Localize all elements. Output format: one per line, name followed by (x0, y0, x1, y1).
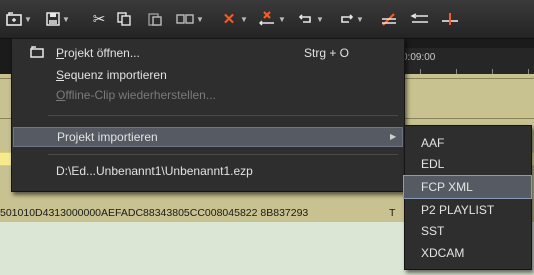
copy-button[interactable] (117, 9, 131, 29)
undo-icon (298, 14, 311, 23)
submenu-item-p2-playlist[interactable]: P2 PLAYLIST (405, 199, 531, 221)
menu-item-restore-offline-clip: Offline-Clip wiederherstellen... (12, 85, 404, 105)
copy-icon (117, 12, 131, 26)
chevron-down-icon[interactable]: ▼ (278, 15, 286, 24)
menu-item-import-project[interactable]: Projekt importieren ▶ (13, 127, 403, 147)
cut-button[interactable]: ✂ (90, 9, 108, 29)
save-icon (46, 12, 60, 26)
clip-name-suffix: T (389, 207, 396, 219)
menu-item-label: Projekt öffnen... (56, 46, 140, 60)
menu-item-shortcut: Strg + O (304, 46, 350, 60)
delete-icon: ✕ (222, 11, 236, 28)
marker-icon (382, 13, 396, 26)
open-project-button[interactable]: ▼ (6, 9, 32, 29)
open-project-icon (6, 12, 22, 26)
file-menu: Projekt öffnen... Strg + O Sequenz impor… (11, 38, 405, 192)
submenu-arrow-icon: ▶ (390, 132, 397, 141)
menu-item-open-project[interactable]: Projekt öffnen... Strg + O (12, 43, 404, 63)
paste-button[interactable] (148, 9, 162, 29)
chevron-down-icon[interactable]: ▼ (240, 15, 248, 24)
menu-item-recent-file[interactable]: D:\Ed...Unbenannt1\Unbenannt1.ezp (12, 161, 404, 181)
menu-separator (48, 115, 398, 116)
menu-separator (48, 154, 398, 155)
delete-button[interactable]: ✕ ▼ (220, 9, 248, 29)
menu-item-label: Sequenz importieren (56, 68, 167, 82)
submenu-item-label: AAF (421, 136, 445, 150)
submenu-item-sst[interactable]: SST (405, 220, 531, 242)
split-icon (442, 13, 458, 25)
chevron-down-icon[interactable]: ▼ (196, 15, 204, 24)
replace-icon (176, 14, 194, 24)
marker-button[interactable] (380, 9, 398, 29)
submenu-item-label: SST (421, 224, 445, 238)
submenu-item-label: XDCAM (421, 246, 465, 260)
paste-icon (148, 13, 162, 26)
submenu-item-fcp-xml[interactable]: FCP XML (403, 175, 532, 199)
chevron-down-icon[interactable]: ▼ (24, 15, 32, 24)
redo-icon (341, 14, 354, 23)
ripple-delete-icon (259, 11, 274, 26)
ruler-timecode: 0:09:00 (402, 52, 436, 63)
import-project-submenu: AAF EDL FCP XML P2 PLAYLIST SST XDCAM (403, 125, 532, 270)
submenu-item-aaf[interactable]: AAF (405, 132, 531, 154)
submenu-item-edl[interactable]: EDL (405, 153, 531, 175)
chevron-down-icon[interactable]: ▼ (356, 15, 364, 24)
main-toolbar: ▼ ▼ ✂ ▼ ✕ ▼ ▼ ▼ ▼ (0, 0, 534, 39)
cut-icon: ✂ (92, 11, 106, 28)
save-button[interactable]: ▼ (46, 9, 70, 29)
trim-button[interactable] (410, 9, 430, 29)
open-project-icon (30, 46, 44, 58)
redo-button[interactable]: ▼ (338, 9, 364, 29)
timeline-ruler[interactable]: 0:09:00 (400, 48, 534, 74)
menu-item-import-sequence[interactable]: Sequenz importieren (12, 65, 404, 85)
submenu-item-label: EDL (421, 157, 445, 171)
clip-name: 501010D4313000000AEFADC88343805CC0080458… (0, 207, 309, 219)
submenu-item-xdcam[interactable]: XDCAM (405, 242, 531, 264)
split-button[interactable] (440, 9, 460, 29)
ripple-delete-button[interactable]: ▼ (258, 9, 286, 29)
menu-item-label: Projekt importieren (57, 130, 158, 144)
undo-button[interactable]: ▼ (298, 9, 324, 29)
submenu-item-label: P2 PLAYLIST (421, 203, 495, 217)
submenu-item-label: FCP XML (421, 180, 473, 194)
menu-item-label: D:\Ed...Unbenannt1\Unbenannt1.ezp (56, 164, 253, 178)
trim-icon (410, 13, 428, 23)
chevron-down-icon[interactable]: ▼ (316, 15, 324, 24)
replace-button[interactable]: ▼ (176, 9, 204, 29)
menu-item-label: Offline-Clip wiederherstellen... (56, 88, 216, 102)
chevron-down-icon[interactable]: ▼ (62, 15, 70, 24)
